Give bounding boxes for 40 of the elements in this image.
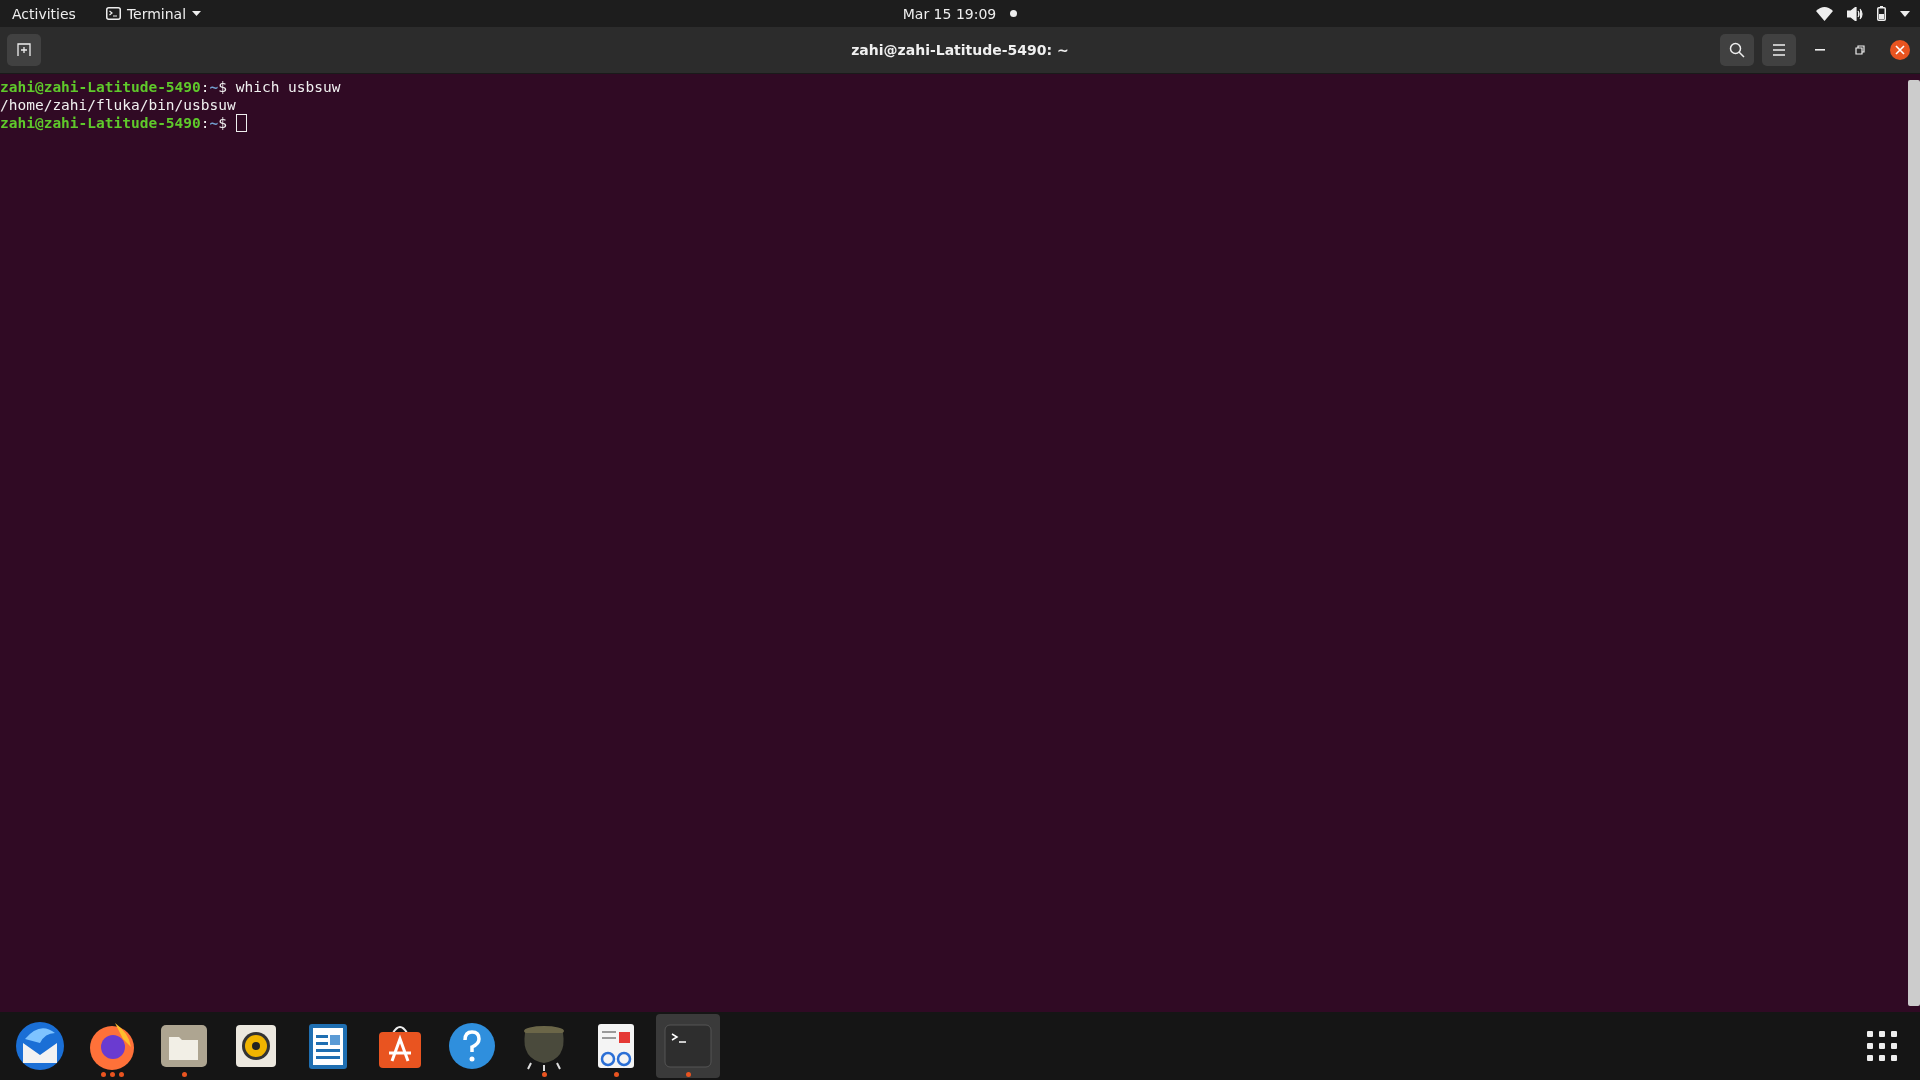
search-button[interactable] [1720,34,1754,66]
activities-button[interactable]: Activities [12,5,76,22]
prompt-user-host: zahi@zahi-Latitude-5490 [0,78,201,96]
running-dot [685,1072,691,1077]
volume-icon[interactable] [1847,6,1863,21]
running-dot [181,1072,187,1077]
app-menu[interactable]: Terminal [105,5,202,22]
menu-icon [1772,44,1786,56]
prompt-symbol: $ [218,114,227,132]
caret-icon [192,11,202,16]
running-dot [541,1072,547,1077]
search-icon [1729,42,1745,58]
close-button[interactable] [1890,40,1910,60]
caret-icon[interactable] [1900,10,1910,17]
output-text: /home/zahi/fluka/bin/usbsuw [0,96,236,114]
prompt-path: ~ [209,78,219,96]
envelope-bird-icon [13,1019,67,1073]
prompt-path: ~ [209,114,219,132]
minimize-icon [1815,49,1825,51]
battery-icon[interactable] [1877,6,1886,21]
prompt-user-host: zahi@zahi-Latitude-5490 [0,114,201,132]
running-dot [118,1072,124,1077]
grid-icon [1867,1031,1897,1061]
plus-tab-icon [17,43,31,57]
menu-button[interactable] [1762,34,1796,66]
clock[interactable]: Mar 15 19:09 [902,5,997,22]
running-dot [100,1072,106,1077]
running-dot [109,1072,115,1077]
prompt-separator: : [200,78,210,96]
new-tab-button[interactable] [7,34,41,66]
close-icon [1895,45,1905,55]
prompt-separator: : [200,114,210,132]
restore-icon [1855,45,1865,55]
prompt-symbol: $ [218,78,227,96]
terminal-icon [105,7,121,20]
command-text: which usbsuw [234,78,341,96]
running-dot [613,1072,619,1077]
window-title: zahi@zahi-Latitude-5490: ~ [851,42,1069,58]
scrollbar[interactable] [1908,80,1920,1006]
wifi-icon[interactable] [1816,6,1833,21]
